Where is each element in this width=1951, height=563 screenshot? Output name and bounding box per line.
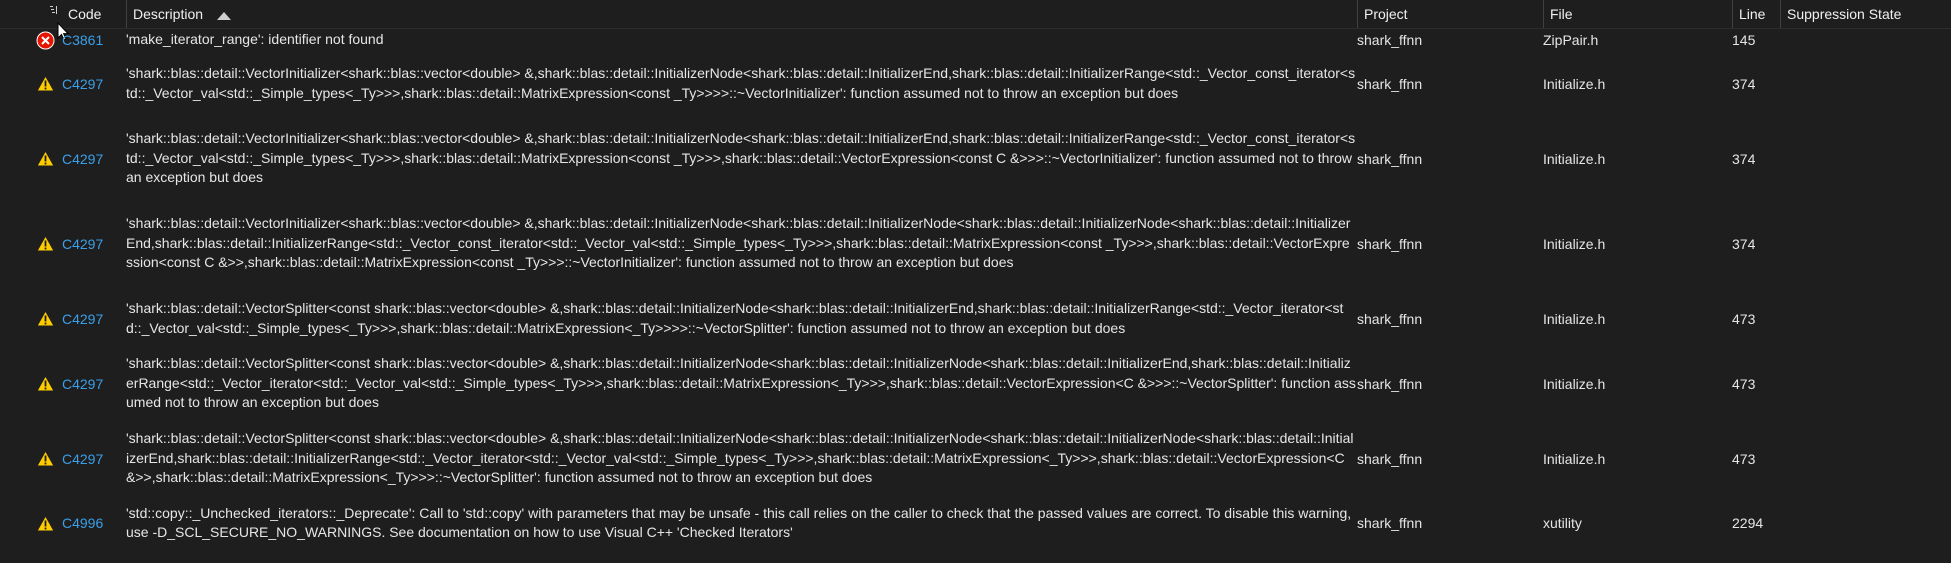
warning-icon: [33, 351, 57, 416]
error-description: 'shark::blas::detail::VectorInitializer<…: [126, 215, 1351, 271]
warning-icon: [33, 201, 57, 286]
column-header-description-label: Description: [133, 6, 204, 22]
table-row[interactable]: C4297 'shark::blas::detail::VectorSplitt…: [0, 351, 1951, 416]
error-file: Initialize.h: [1543, 150, 1606, 167]
error-code-link[interactable]: C4297: [62, 236, 103, 252]
error-description: 'shark::blas::detail::VectorSplitter<con…: [126, 300, 1344, 336]
error-project: shark_ffnn: [1357, 310, 1423, 327]
error-file: Initialize.h: [1543, 375, 1606, 392]
error-code-link[interactable]: C4297: [62, 151, 103, 167]
error-code-link[interactable]: C4297: [62, 76, 103, 92]
error-project: shark_ffnn: [1357, 150, 1423, 167]
error-list-panel: Code Description Project File Line Suppr…: [0, 0, 1951, 563]
error-file: Initialize.h: [1543, 310, 1606, 327]
table-row[interactable]: C4297 'shark::blas::detail::VectorSplitt…: [0, 416, 1951, 501]
error-description: 'make_iterator_range': identifier not fo…: [126, 31, 384, 48]
error-code[interactable]: C4297: [62, 51, 126, 116]
error-suppression-state: [1780, 351, 1951, 416]
table-row[interactable]: C3861 'make_iterator_range': identifier …: [0, 29, 1951, 51]
error-suppression-state: [1780, 29, 1951, 51]
error-suppression-state: [1780, 286, 1951, 351]
warning-icon: [33, 286, 57, 351]
column-header-file[interactable]: File: [1543, 0, 1732, 28]
error-project: shark_ffnn: [1357, 32, 1423, 48]
error-line: 473: [1732, 310, 1756, 327]
warning-icon: [33, 51, 57, 116]
error-project: shark_ffnn: [1357, 235, 1423, 252]
column-header-description[interactable]: Description: [126, 0, 1357, 28]
column-header-line[interactable]: Line: [1732, 0, 1780, 28]
error-description: 'shark::blas::detail::VectorInitializer<…: [126, 130, 1356, 186]
error-suppression-state: [1780, 201, 1951, 286]
error-description: 'shark::blas::detail::VectorSplitter<con…: [126, 355, 1356, 411]
error-file: ZipPair.h: [1543, 32, 1599, 48]
error-code-link[interactable]: C4297: [62, 376, 103, 392]
warning-icon: [33, 416, 57, 501]
error-suppression-state: [1780, 51, 1951, 116]
table-row[interactable]: C4297 'shark::blas::detail::VectorInitia…: [0, 116, 1951, 201]
table-row[interactable]: C4996 'std::copy::_Unchecked_iterators::…: [0, 501, 1951, 545]
error-description: 'shark::blas::detail::VectorInitializer<…: [126, 65, 1356, 101]
error-code[interactable]: C4297: [62, 286, 126, 351]
error-line: 374: [1732, 75, 1756, 92]
error-suppression-state: [1780, 116, 1951, 201]
warning-icon: [33, 116, 57, 201]
error-project: shark_ffnn: [1357, 375, 1423, 392]
table-row[interactable]: C4297 'shark::blas::detail::VectorSplitt…: [0, 286, 1951, 351]
error-project: shark_ffnn: [1357, 75, 1423, 92]
column-header-row: Code Description Project File Line Suppr…: [0, 0, 1951, 41]
error-code[interactable]: C3861: [62, 29, 126, 51]
error-code[interactable]: C4297: [62, 416, 126, 501]
error-icon: [33, 29, 57, 51]
error-file: Initialize.h: [1543, 75, 1606, 92]
error-project: shark_ffnn: [1357, 515, 1423, 531]
error-line: 473: [1732, 375, 1756, 392]
error-rows: C3861 'make_iterator_range': identifier …: [0, 29, 1951, 545]
error-file: xutility: [1543, 515, 1582, 531]
error-description: 'shark::blas::detail::VectorSplitter<con…: [126, 430, 1354, 486]
error-file: Initialize.h: [1543, 450, 1606, 467]
error-code-link[interactable]: C4297: [62, 311, 103, 327]
error-suppression-state: [1780, 416, 1951, 501]
error-code-link[interactable]: C3861: [62, 32, 103, 48]
error-file: Initialize.h: [1543, 235, 1606, 252]
error-code[interactable]: C4297: [62, 201, 126, 286]
error-line: 374: [1732, 235, 1756, 252]
error-line: 145: [1732, 32, 1756, 48]
error-line: 374: [1732, 150, 1756, 167]
error-line: 2294: [1732, 515, 1764, 531]
error-code-link[interactable]: C4297: [62, 451, 103, 467]
table-row[interactable]: C4297 'shark::blas::detail::VectorInitia…: [0, 51, 1951, 116]
error-code[interactable]: C4297: [62, 351, 126, 416]
column-header-suppression-state[interactable]: Suppression State: [1780, 0, 1951, 28]
table-row[interactable]: C4297 'shark::blas::detail::VectorInitia…: [0, 201, 1951, 286]
column-header-project[interactable]: Project: [1357, 0, 1543, 28]
error-project: shark_ffnn: [1357, 450, 1423, 467]
error-code-link[interactable]: C4996: [62, 515, 103, 531]
filter-icon[interactable]: [49, 2, 59, 14]
warning-icon: [33, 501, 57, 545]
column-header-code[interactable]: Code: [62, 0, 126, 28]
error-suppression-state: [1780, 501, 1951, 545]
sort-ascending-icon: [216, 1, 231, 29]
error-code[interactable]: C4996: [62, 501, 126, 545]
error-description: 'std::copy::_Unchecked_iterators::_Depre…: [126, 504, 1352, 541]
error-code[interactable]: C4297: [62, 116, 126, 201]
error-line: 473: [1732, 450, 1756, 467]
